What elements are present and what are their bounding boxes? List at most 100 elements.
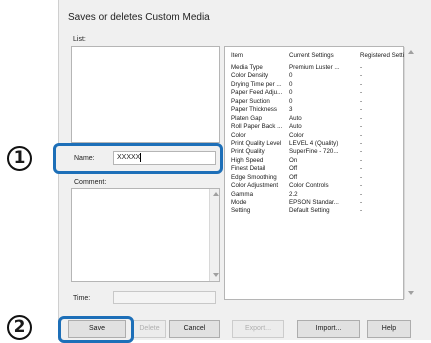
column-header-current[interactable]: Current Settings [289,52,351,60]
delete-button[interactable]: Delete [133,320,166,338]
setting-registered-value: - [360,64,363,71]
settings-row[interactable]: Media Type Premium Luster ... - [231,64,411,72]
step-1-badge: 1 [7,146,32,171]
setting-current-value: 3 [289,106,293,114]
column-header-registered[interactable]: Registered Setti... [360,52,410,60]
setting-registered-value: - [360,123,363,131]
setting-current-value: LEVEL 4 (Quality) [289,139,339,147]
setting-registered-value: - [360,199,363,206]
setting-item: Mode [231,199,247,206]
setting-item: Paper Thickness [231,106,277,114]
setting-registered-value: - [360,114,363,122]
comment-scroll-up-icon[interactable] [213,192,219,196]
setting-registered-value: - [360,190,363,198]
setting-current-value: 0 [289,80,293,88]
text-cursor [140,152,142,162]
settings-grid: Item Current Settings Registered Setti..… [231,52,411,216]
setting-current-value: Color Controls [289,182,329,190]
setting-current-value: On [289,156,298,164]
scroll-up-icon[interactable] [408,50,414,54]
name-input-value: XXXXX [117,154,141,161]
setting-item: Finest Detail [231,165,266,173]
export-button[interactable]: Export... [232,320,284,338]
settings-row[interactable]: Color Adjustment Color Controls - [231,182,411,190]
setting-item: Color [231,131,246,139]
setting-item: Drying Time per ... [231,80,282,88]
import-button[interactable]: Import... [297,320,360,338]
setting-current-value: Auto [289,123,302,131]
settings-row[interactable]: Color Density 0 - [231,72,411,80]
step-2-badge: 2 [7,315,32,340]
setting-item: Edge Smoothing [231,173,277,181]
list-label: List: [73,36,86,43]
setting-registered-value: - [360,80,363,88]
setting-registered-value: - [360,139,363,147]
setting-current-value: EPSON Standar... [289,199,339,206]
setting-current-value: Default Setting [289,207,330,215]
comment-scrollbar[interactable] [209,189,219,281]
settings-row[interactable]: Print Quality SuperFine - 720... - [231,148,411,156]
settings-row[interactable]: Finest Detail Off - [231,165,411,173]
settings-row[interactable]: Edge Smoothing Off - [231,174,411,182]
settings-row[interactable]: Mode EPSON Standar... - [231,199,411,207]
settings-header-row: Item Current Settings Registered Setti..… [231,52,411,64]
setting-current-value: Auto [289,114,302,122]
name-label: Name: [74,155,95,162]
settings-row[interactable]: Paper Suction 0 - [231,98,411,106]
time-label: Time: [73,295,91,302]
setting-registered-value: - [360,156,363,164]
settings-row[interactable]: Paper Thickness 3 - [231,106,411,114]
setting-item: Setting [231,207,251,215]
setting-current-value: Off [289,165,298,173]
dialog-title: Saves or deletes Custom Media [68,12,210,23]
setting-current-value: SuperFine - 720... [289,148,339,156]
column-header-item[interactable]: Item [231,52,289,60]
save-callout-highlight [58,316,134,343]
setting-item: Platen Gap [231,114,262,122]
setting-registered-value: - [360,106,363,114]
setting-registered-value: - [360,97,363,105]
setting-registered-value: - [360,131,363,139]
setting-item: Roll Paper Back ... [231,123,283,131]
setting-item: Media Type [231,64,263,71]
setting-registered-value: - [360,165,363,173]
settings-row[interactable]: Setting Default Setting - [231,207,411,215]
settings-row[interactable]: Drying Time per ... 0 - [231,81,411,89]
settings-row[interactable]: Print Quality Level LEVEL 4 (Quality) - [231,140,411,148]
settings-row[interactable]: Gamma 2.2 - [231,191,411,199]
settings-row[interactable]: High Speed On - [231,157,411,165]
setting-current-value: 2.2 [289,190,298,198]
comment-label: Comment: [74,179,107,186]
name-input[interactable]: XXXXX [113,151,216,165]
setting-current-value: 0 [289,72,293,80]
setting-item: Gamma [231,190,254,198]
setting-current-value: Color [289,131,304,139]
help-button[interactable]: Help [367,320,411,338]
comment-scroll-down-icon[interactable] [213,273,219,277]
setting-item: High Speed [231,156,264,164]
setting-registered-value: - [360,182,363,190]
setting-current-value: 0 [289,97,293,105]
setting-current-value: Off [289,173,298,181]
cancel-button[interactable]: Cancel [169,320,220,338]
setting-registered-value: - [360,148,363,156]
setting-item: Print Quality [231,148,265,156]
setting-item: Color Density [231,72,269,80]
time-field [113,291,216,304]
setting-registered-value: - [360,72,363,80]
settings-row[interactable]: Roll Paper Back ... Auto - [231,123,411,131]
setting-item: Paper Suction [231,97,270,105]
settings-row[interactable]: Color Color - [231,132,411,140]
media-list[interactable] [71,46,220,143]
scroll-down-icon[interactable] [408,291,414,295]
setting-current-value: Premium Luster ... [289,64,340,71]
settings-row[interactable]: Paper Feed Adju... 0 - [231,89,411,97]
setting-item: Color Adjustment [231,182,279,190]
setting-registered-value: - [360,173,363,181]
setting-registered-value: - [360,207,363,215]
setting-item: Paper Feed Adju... [231,89,283,97]
settings-row[interactable]: Platen Gap Auto - [231,115,411,123]
comment-textarea[interactable] [71,188,220,282]
setting-registered-value: - [360,89,363,97]
settings-scrollbar[interactable] [404,47,414,299]
